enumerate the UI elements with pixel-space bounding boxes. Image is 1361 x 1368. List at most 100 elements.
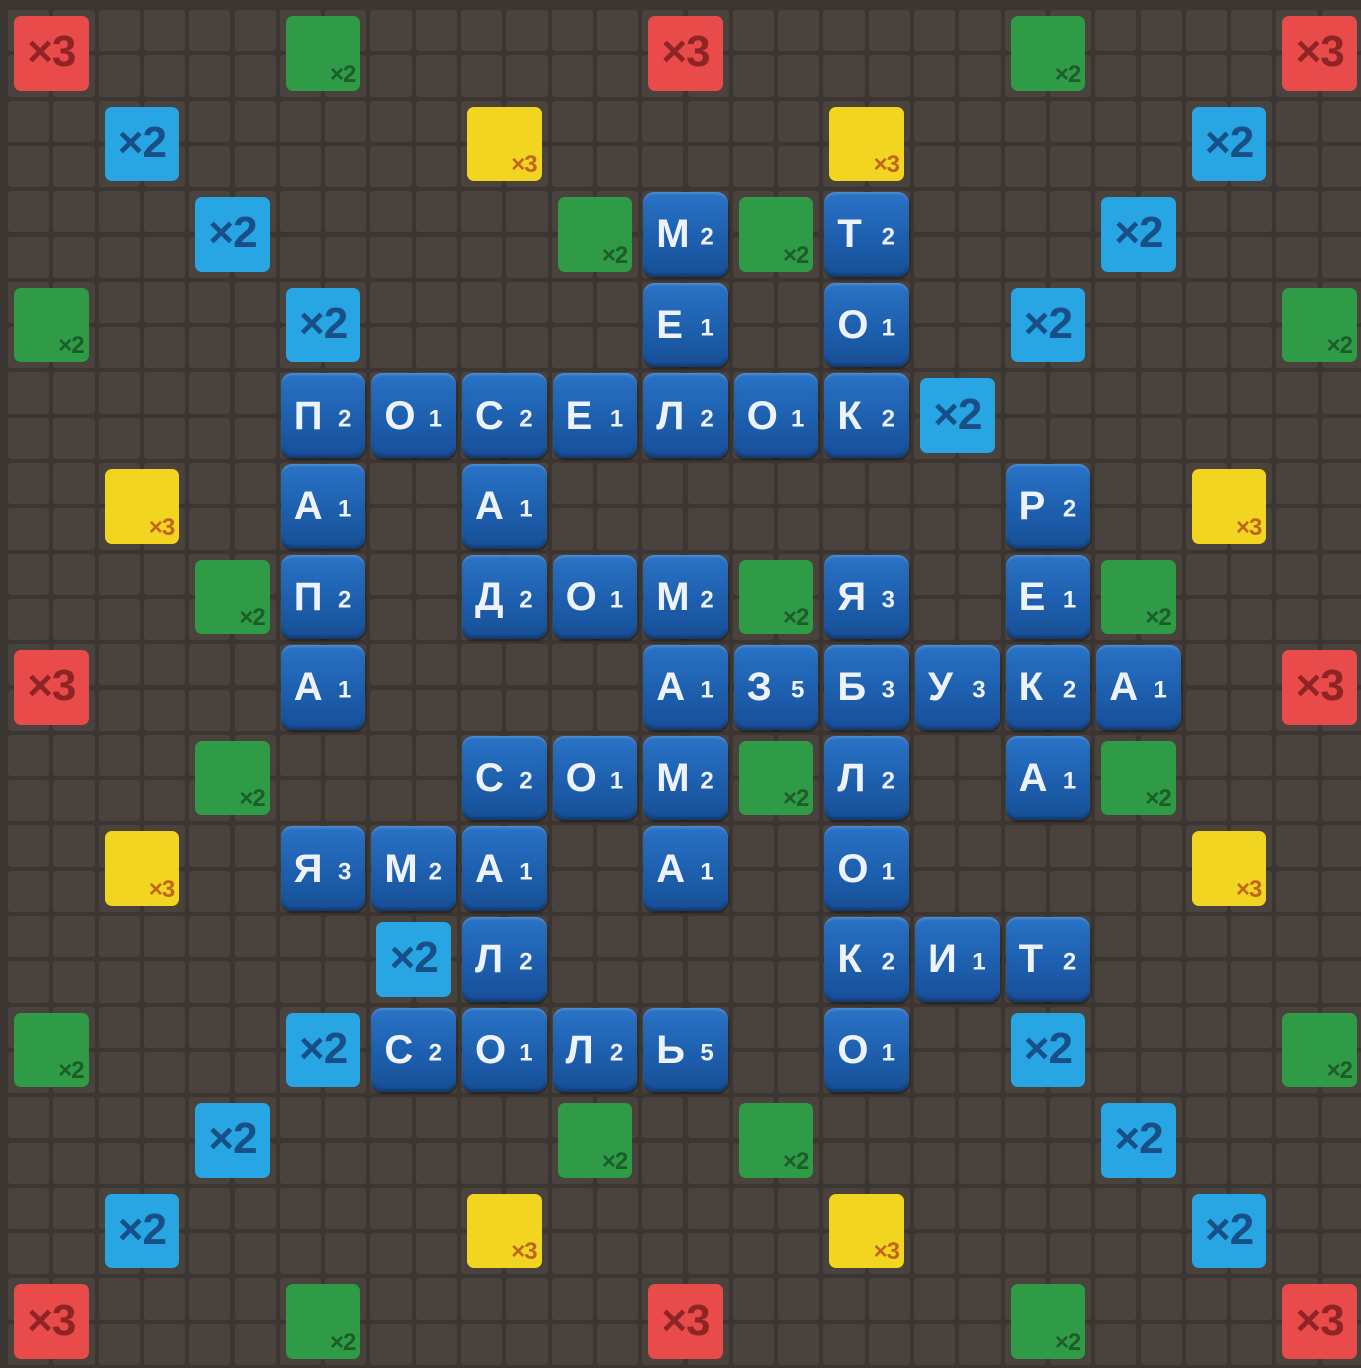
premium-square-blue[interactable]: ×2 [1101, 1103, 1176, 1178]
premium-square-green[interactable]: ×2 [1101, 740, 1176, 816]
board-grid-cell [778, 1323, 820, 1365]
board-grid-cell [1185, 372, 1228, 414]
premium-square-yellow[interactable]: ×3 [104, 469, 180, 544]
letter-tile[interactable]: Л2 [552, 1007, 638, 1093]
letter-tile[interactable]: П2 [280, 554, 366, 640]
premium-square-blue[interactable]: ×2 [1010, 287, 1086, 363]
premium-square-red[interactable]: ×3 [14, 650, 89, 725]
board-grid-cell [279, 100, 322, 142]
premium-square-green[interactable]: ×2 [195, 740, 270, 816]
board-grid-cell [98, 689, 140, 731]
letter-tile[interactable]: Ь5 [643, 1007, 728, 1093]
letter-tile[interactable]: Е1 [552, 373, 638, 458]
letter-tile[interactable]: Л2 [824, 735, 909, 821]
letter-tile[interactable]: О1 [462, 1007, 547, 1093]
premium-square-green[interactable]: ×2 [557, 1103, 633, 1178]
premium-square-red[interactable]: ×3 [1282, 16, 1357, 91]
letter-tile[interactable]: М2 [371, 826, 456, 911]
premium-square-green[interactable]: ×2 [1282, 1012, 1357, 1088]
letter-tile[interactable]: Т2 [824, 192, 909, 277]
premium-square-green[interactable]: ×2 [1282, 287, 1357, 363]
premium-square-yellow[interactable]: ×3 [467, 1193, 542, 1269]
letter-tile[interactable]: Б3 [824, 645, 909, 730]
premium-square-green[interactable]: ×2 [738, 197, 814, 272]
letter-tile[interactable]: О1 [371, 373, 456, 458]
premium-square-blue[interactable]: ×2 [195, 1103, 270, 1178]
letter-tile[interactable]: К2 [824, 917, 909, 1002]
premium-square-blue[interactable]: ×2 [104, 1193, 180, 1269]
letter-tile[interactable]: С2 [371, 1007, 456, 1093]
premium-square-green[interactable]: ×2 [14, 1012, 89, 1088]
letter-tile[interactable]: Е1 [1005, 554, 1091, 640]
premium-square-green[interactable]: ×2 [738, 559, 814, 635]
letter-tile[interactable]: У3 [915, 645, 1000, 730]
premium-square-green[interactable]: ×2 [1010, 1284, 1086, 1359]
premium-square-green[interactable]: ×2 [738, 1103, 814, 1178]
premium-square-green[interactable]: ×2 [285, 16, 361, 91]
letter-tile[interactable]: А1 [280, 645, 366, 730]
letter-tile[interactable]: Т2 [1005, 917, 1091, 1002]
letter-tile[interactable]: А1 [462, 826, 547, 911]
premium-square-green[interactable]: ×2 [195, 559, 270, 635]
premium-square-yellow[interactable]: ×3 [104, 831, 180, 906]
premium-square-yellow[interactable]: ×3 [1191, 469, 1267, 544]
letter-tile[interactable]: Л2 [643, 373, 728, 458]
premium-square-blue[interactable]: ×2 [1191, 1193, 1267, 1269]
letter-tile[interactable]: З5 [733, 645, 819, 730]
premium-square-blue[interactable]: ×2 [104, 106, 180, 182]
letter-tile[interactable]: Я3 [824, 554, 909, 640]
letter-tile[interactable]: А1 [1096, 645, 1181, 730]
letter-tile[interactable]: О1 [824, 282, 909, 368]
letter-tile[interactable]: О1 [733, 373, 819, 458]
board-grid-cell [914, 191, 956, 233]
premium-square-blue[interactable]: ×2 [1010, 1012, 1086, 1088]
letter-tile[interactable]: С2 [462, 735, 547, 821]
premium-square-green[interactable]: ×2 [738, 740, 814, 816]
premium-square-blue[interactable]: ×2 [1191, 106, 1267, 182]
letter-tile[interactable]: А1 [643, 645, 728, 730]
letter-tile[interactable]: Л2 [462, 917, 547, 1002]
premium-square-yellow[interactable]: ×3 [1191, 831, 1267, 906]
premium-square-yellow[interactable]: ×3 [829, 1193, 904, 1269]
letter-tile[interactable]: Р2 [1005, 464, 1091, 549]
letter-tile[interactable]: А1 [1005, 735, 1091, 821]
premium-square-green[interactable]: ×2 [1010, 16, 1086, 91]
letter-tile[interactable]: А1 [462, 464, 547, 549]
premium-square-green[interactable]: ×2 [557, 197, 633, 272]
letter-tile[interactable]: А1 [280, 464, 366, 549]
premium-square-red[interactable]: ×3 [14, 1284, 89, 1359]
letter-tile[interactable]: М2 [643, 192, 728, 277]
premium-square-green[interactable]: ×2 [14, 287, 89, 363]
premium-square-red[interactable]: ×3 [1282, 650, 1357, 725]
premium-square-blue[interactable]: ×2 [920, 378, 995, 453]
letter-tile[interactable]: К2 [824, 373, 909, 458]
letter-tile[interactable]: О1 [824, 826, 909, 911]
letter-tile[interactable]: О1 [552, 554, 638, 640]
letter-tile[interactable]: О1 [552, 735, 638, 821]
letter-tile[interactable]: М2 [643, 735, 728, 821]
letter-tile[interactable]: К2 [1005, 645, 1091, 730]
premium-square-blue[interactable]: ×2 [195, 197, 270, 272]
premium-square-yellow[interactable]: ×3 [829, 106, 904, 182]
premium-square-blue[interactable]: ×2 [376, 922, 451, 997]
tile-points: 2 [881, 948, 895, 976]
letter-tile[interactable]: О1 [824, 1007, 909, 1093]
premium-square-blue[interactable]: ×2 [285, 287, 361, 363]
letter-tile[interactable]: М2 [643, 554, 728, 640]
letter-tile[interactable]: Я3 [280, 826, 366, 911]
letter-tile[interactable]: Д2 [462, 554, 547, 640]
premium-square-red[interactable]: ×3 [1282, 1284, 1357, 1359]
letter-tile[interactable]: А1 [643, 826, 728, 911]
premium-square-red[interactable]: ×3 [648, 16, 723, 91]
premium-square-green[interactable]: ×2 [285, 1284, 361, 1359]
letter-tile[interactable]: С2 [462, 373, 547, 458]
premium-square-blue[interactable]: ×2 [1101, 197, 1176, 272]
letter-tile[interactable]: П2 [280, 373, 366, 458]
premium-square-blue[interactable]: ×2 [285, 1012, 361, 1088]
premium-square-yellow[interactable]: ×3 [467, 106, 542, 182]
letter-tile[interactable]: Е1 [643, 282, 728, 368]
premium-square-red[interactable]: ×3 [14, 16, 89, 91]
premium-square-red[interactable]: ×3 [648, 1284, 723, 1359]
letter-tile[interactable]: И1 [915, 917, 1000, 1002]
premium-square-green[interactable]: ×2 [1101, 559, 1176, 635]
